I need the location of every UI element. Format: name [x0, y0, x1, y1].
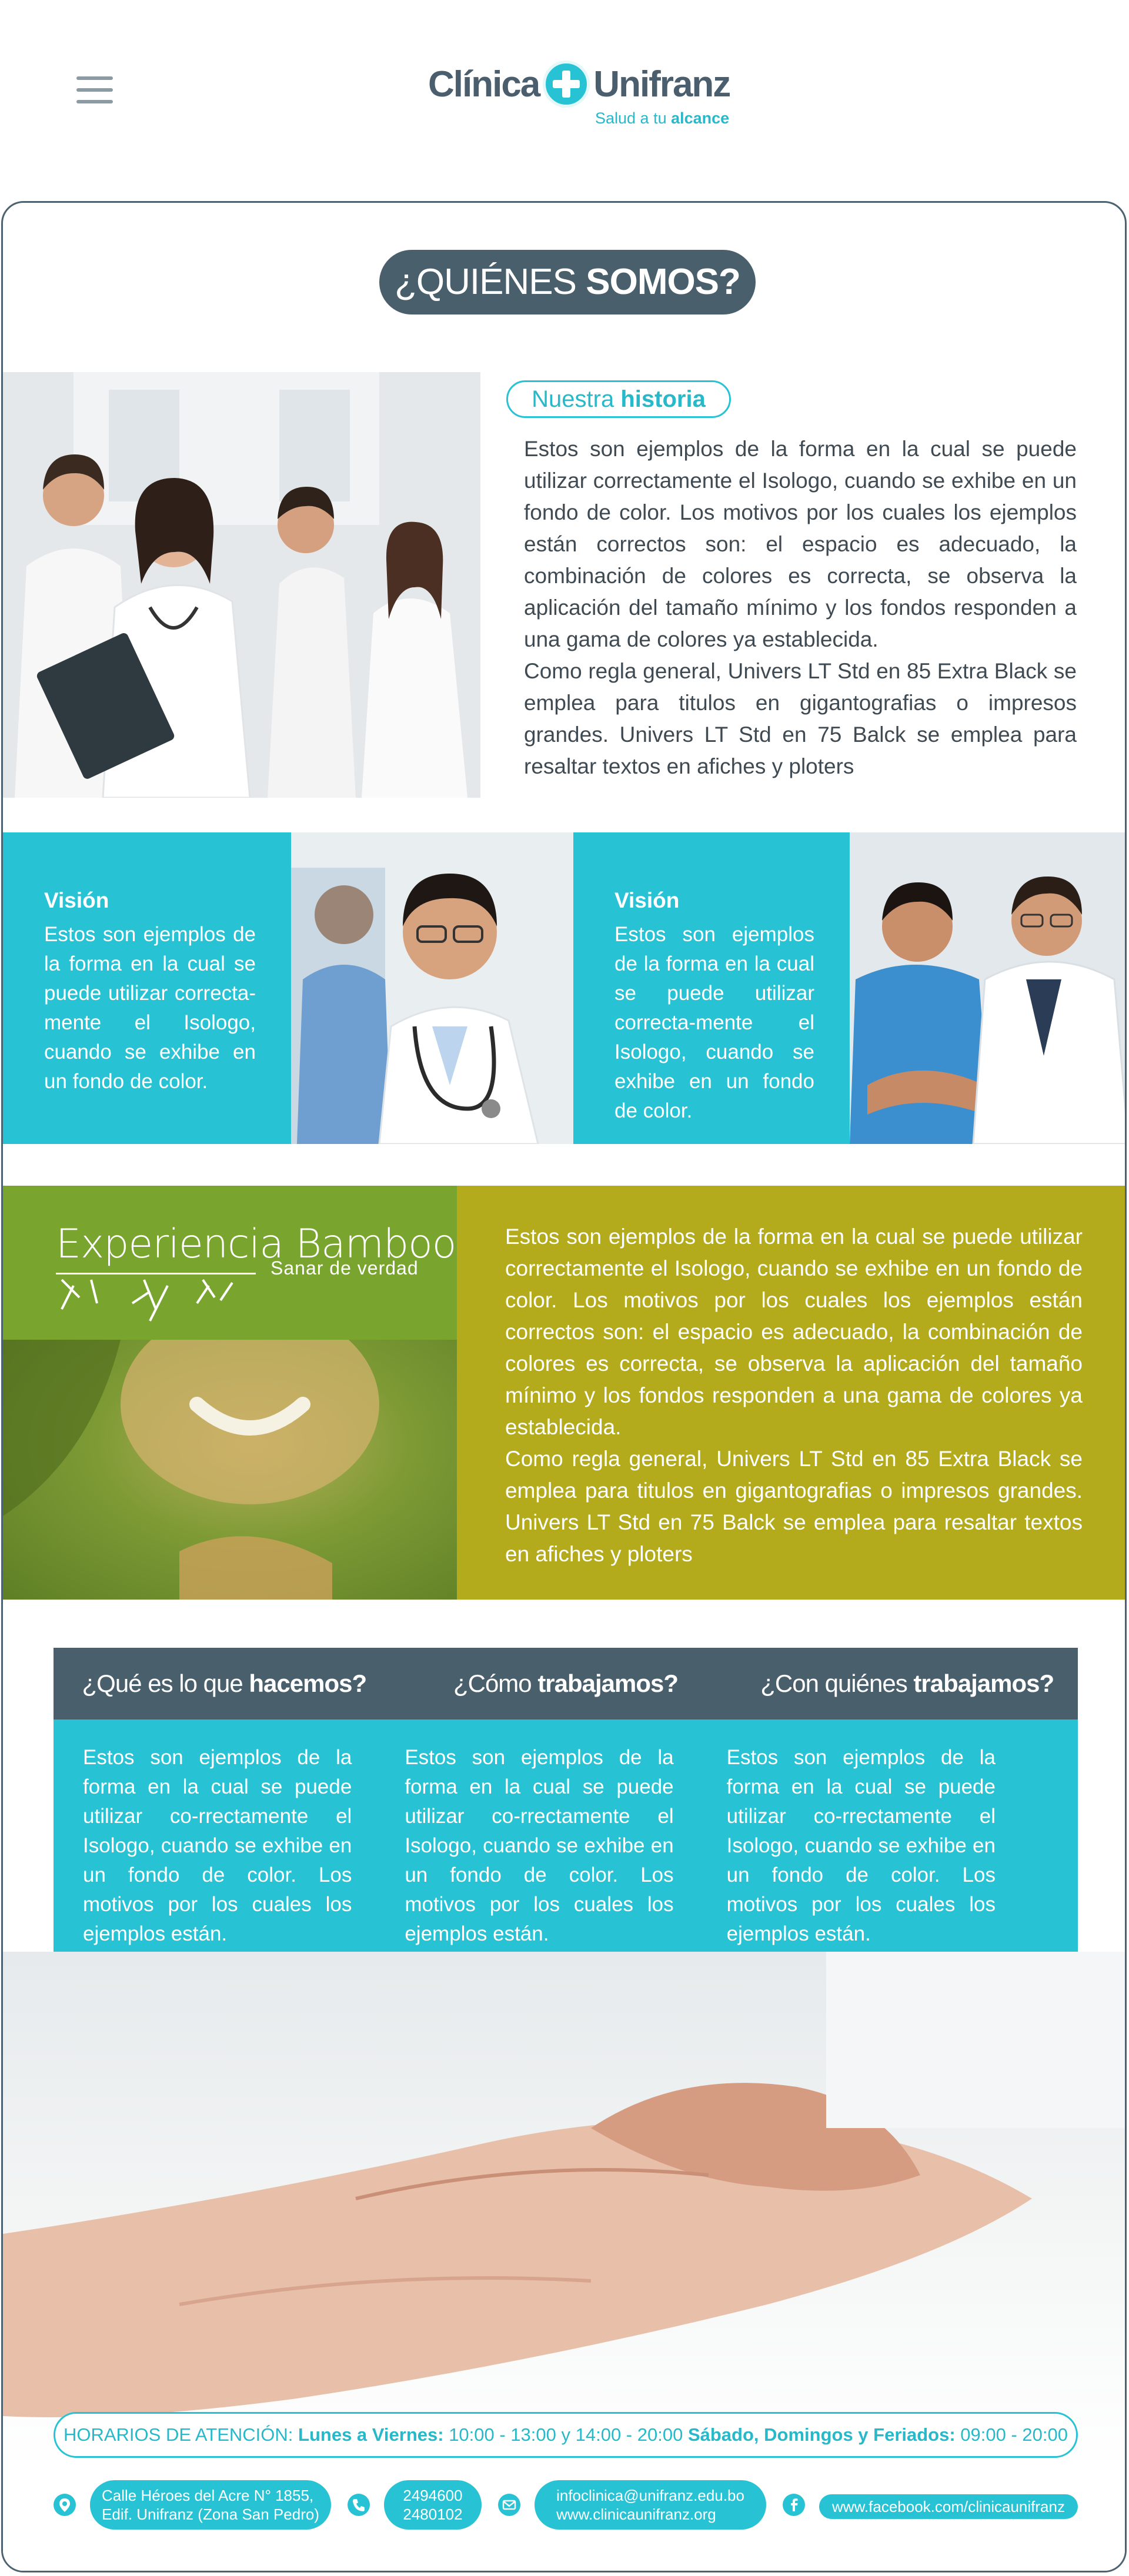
history-paragraph-1: Estos son ejemplos de la forma en la cua…	[524, 437, 1077, 651]
clinica-unifranz-logo[interactable]: Clínica Unifranz Salud a tu alcance	[428, 59, 734, 129]
phone-number-2: 2480102	[403, 2505, 463, 2523]
mail-icon	[498, 2494, 520, 2516]
holding-hands-illustration	[3, 1952, 1125, 2571]
history-text: Estos son ejemplos de la forma en la cua…	[524, 433, 1077, 782]
email-web-pill[interactable]: infoclinica@unifranz.edu.bo www.clinicaun…	[535, 2480, 766, 2530]
doctor-portrait-illustration	[291, 832, 573, 1144]
vision-text-2: Estos son ejemplos de la forma en la cua…	[614, 923, 814, 1122]
history-paragraph-2: Como regla general, Univers LT Std en 85…	[524, 659, 1077, 778]
bamboo-brand-panel: Experiencia Bamboo Sanar de verdad	[3, 1186, 457, 1600]
service-heading-what: ¿Qué es lo que hacemos?	[82, 1670, 368, 1697]
smiling-woman-photo	[3, 1304, 457, 1600]
two-doctors-illustration	[850, 832, 1125, 1144]
site-header: Clínica Unifranz Salud a tu alcance	[0, 0, 1129, 194]
vision-title-1: Visión	[44, 888, 109, 912]
services-header-row: ¿Qué es lo que hacemos? ¿Cómo trabajamos…	[54, 1648, 1078, 1719]
address-pill[interactable]: Calle Héroes del Acre N° 1855, Edif. Unif…	[90, 2480, 331, 2530]
bamboo-header: Experiencia Bamboo Sanar de verdad	[3, 1186, 457, 1340]
email-address: infoclinica@unifranz.edu.bo	[556, 2487, 744, 2504]
opening-hours-bar: HORARIOS DE ATENCIÓN: Lunes a Viernes: 1…	[54, 2412, 1078, 2458]
medical-cross-icon	[543, 61, 590, 108]
address-line-2: Edif. Unifranz (Zona San Pedro)	[102, 2505, 319, 2523]
medical-team-illustration	[3, 372, 480, 798]
bamboo-subtitle: Sanar de verdad	[270, 1257, 419, 1279]
logo-word-unifranz: Unifranz	[593, 63, 731, 105]
medical-team-photo	[3, 372, 480, 798]
logo-tagline: Salud a tu alcance	[595, 109, 730, 127]
hours-weekday-time: 10:00 - 13:00 y 14:00 - 20:00	[449, 2424, 688, 2445]
service-text-how: Estos son ejemplos de la forma en la cua…	[405, 1746, 674, 1945]
services-table: ¿Qué es lo que hacemos? ¿Cómo trabajamos…	[54, 1648, 1078, 1952]
service-text-with-whom: Estos son ejemplos de la forma en la cua…	[726, 1746, 996, 1945]
vision-text-1: Estos son ejemplos de la forma en la cua…	[44, 923, 256, 1093]
phone-icon	[348, 2494, 370, 2516]
hours-weekend-time: 09:00 - 20:00	[960, 2424, 1068, 2445]
bamboo-text-panel: Estos son ejemplos de la forma en la cua…	[457, 1186, 1125, 1600]
history-badge: Nuestra historia	[506, 380, 731, 418]
website-url: www.clinicaunifranz.org	[556, 2505, 716, 2523]
vision-title-2: Visión	[614, 888, 680, 912]
doctor-portrait-photo	[291, 832, 573, 1144]
service-text-what: Estos son ejemplos de la forma en la cua…	[83, 1746, 352, 1945]
hours-label: HORARIOS DE ATENCIÓN:	[63, 2424, 299, 2445]
bamboo-experience-section: Experiencia Bamboo Sanar de verdad Estos…	[3, 1186, 1125, 1600]
bamboo-paragraph-2: Como regla general, Univers LT Std en 85…	[505, 1447, 1083, 1566]
smiling-woman-illustration	[3, 1304, 379, 1600]
hours-weekend-label: Sábado, Domingos y Feriados:	[687, 2424, 961, 2445]
bamboo-text: Estos son ejemplos de la forma en la cua…	[505, 1221, 1083, 1570]
location-icon	[54, 2494, 76, 2516]
hamburger-menu-icon[interactable]	[76, 76, 113, 106]
vision-band: Visión Estos son ejemplos de la forma en…	[3, 832, 1125, 1144]
bamboo-paragraph-1: Estos son ejemplos de la forma en la cua…	[505, 1225, 1083, 1439]
facebook-icon	[783, 2494, 805, 2516]
page-title: ¿QUIÉNES SOMOS?	[379, 250, 756, 315]
service-heading-how: ¿Cómo trabajamos?	[453, 1670, 679, 1697]
phone-number-1: 2494600	[403, 2487, 463, 2504]
logo-word-clinica: Clínica	[428, 63, 540, 105]
services-body-row: Estos son ejemplos de la forma en la cua…	[54, 1719, 1078, 1952]
vision-block-1: Visión Estos son ejemplos de la forma en…	[3, 832, 291, 1144]
facebook-url: www.facebook.com/clinicaunifranz	[832, 2498, 1065, 2515]
vision-block-2: Visión Estos son ejemplos de la forma en…	[573, 832, 850, 1144]
hours-weekday-label: Lunes a Viernes:	[298, 2424, 449, 2445]
main-card: ¿QUIÉNES SOMOS? Nuestra historia Estos s…	[1, 201, 1127, 2572]
facebook-link-pill[interactable]: www.facebook.com/clinicaunifranz	[819, 2494, 1078, 2519]
address-line-1: Calle Héroes del Acre N° 1855,	[102, 2487, 314, 2504]
service-heading-with-whom: ¿Con quiénes trabajamos?	[760, 1670, 1054, 1697]
holding-hands-photo	[3, 1952, 1125, 2571]
bamboo-leaves-icon	[61, 1279, 233, 1322]
two-doctors-photo	[850, 832, 1125, 1144]
phone-pill[interactable]: 2494600 2480102	[384, 2480, 482, 2530]
